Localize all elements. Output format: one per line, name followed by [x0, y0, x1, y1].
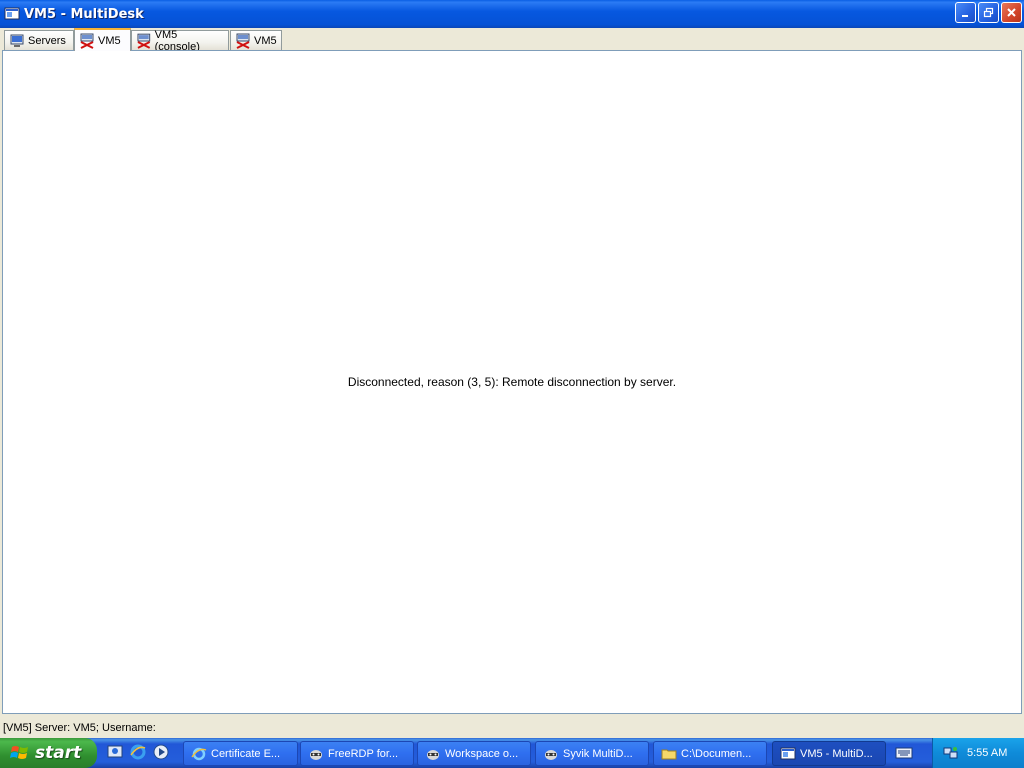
status-bar: [VM5] Server: VM5; Username: [0, 717, 1024, 739]
close-button[interactable] [1001, 2, 1022, 23]
task-label: C:\Documen... [681, 747, 752, 760]
tab-label: VM5 (console) [154, 28, 200, 53]
folder-icon [661, 749, 677, 759]
tab-vm5[interactable]: VM5 [230, 30, 282, 50]
internet-explorer-icon[interactable] [129, 743, 147, 761]
tab-servers[interactable]: Servers [4, 30, 74, 50]
window-title: VM5 - MultiDesk [24, 6, 144, 22]
start-button[interactable]: start [0, 738, 97, 768]
servers-icon [10, 34, 24, 47]
tab-label: VM5 [98, 34, 121, 47]
raccoon-icon [310, 749, 322, 760]
task-button-documents-folder[interactable]: C:\Documen... [653, 741, 767, 766]
close-icon [1007, 8, 1016, 17]
media-player-icon[interactable] [152, 743, 170, 761]
raccoon-icon [427, 749, 439, 760]
task-button-freerdp[interactable]: FreeRDP for... [300, 741, 414, 766]
taskbar: start Certificate E... FreeRDP for... Wo… [0, 738, 1024, 768]
multidesk-icon [780, 747, 796, 759]
task-button-workspace[interactable]: Workspace o... [417, 741, 531, 766]
disconnected-server-icon [137, 33, 151, 49]
title-bar[interactable]: VM5 - MultiDesk [0, 0, 1024, 28]
tab-label: Servers [28, 34, 66, 47]
show-desktop-icon[interactable] [106, 743, 124, 761]
status-text: [VM5] Server: VM5; Username: [3, 722, 156, 734]
task-button-syvik[interactable]: Syvik MultiD... [535, 741, 649, 766]
task-label: Syvik MultiD... [563, 747, 633, 760]
multidesk-app-icon [4, 7, 20, 20]
keyboard-icon[interactable] [895, 746, 913, 760]
tab-label: VM5 [254, 34, 277, 47]
task-button-multidesk[interactable]: VM5 - MultiD... [772, 741, 886, 766]
task-label: FreeRDP for... [328, 747, 399, 760]
tab-vm5-console[interactable]: VM5 (console) [131, 28, 229, 53]
disconnected-server-icon [80, 33, 94, 49]
task-label: Certificate E... [211, 747, 281, 760]
tab-strip: Servers VM5 VM5 (console) VM5 [0, 28, 1024, 53]
quick-launch [106, 743, 170, 761]
minimize-button[interactable] [955, 2, 976, 23]
disconnected-server-icon [236, 33, 250, 49]
disconnect-message: Disconnected, reason (3, 5): Remote disc… [347, 375, 677, 389]
window-controls [955, 2, 1022, 23]
task-label: VM5 - MultiD... [800, 747, 873, 760]
task-button-certificate[interactable]: Certificate E... [183, 741, 298, 766]
remote-session-panel[interactable]: Disconnected, reason (3, 5): Remote disc… [2, 50, 1022, 714]
system-tray: 5:55 AM [932, 738, 1024, 768]
windows-flag-icon [10, 746, 28, 759]
raccoon-icon [545, 749, 557, 760]
start-label: start [35, 743, 82, 763]
tab-vm5-active[interactable]: VM5 [74, 28, 131, 51]
internet-explorer-icon [191, 747, 207, 760]
restore-button[interactable] [978, 2, 999, 23]
task-label: Workspace o... [445, 747, 519, 760]
clock[interactable]: 5:55 AM [967, 747, 1007, 759]
network-icon[interactable] [943, 745, 959, 761]
minimize-icon [962, 15, 968, 17]
restore-icon [983, 7, 994, 18]
